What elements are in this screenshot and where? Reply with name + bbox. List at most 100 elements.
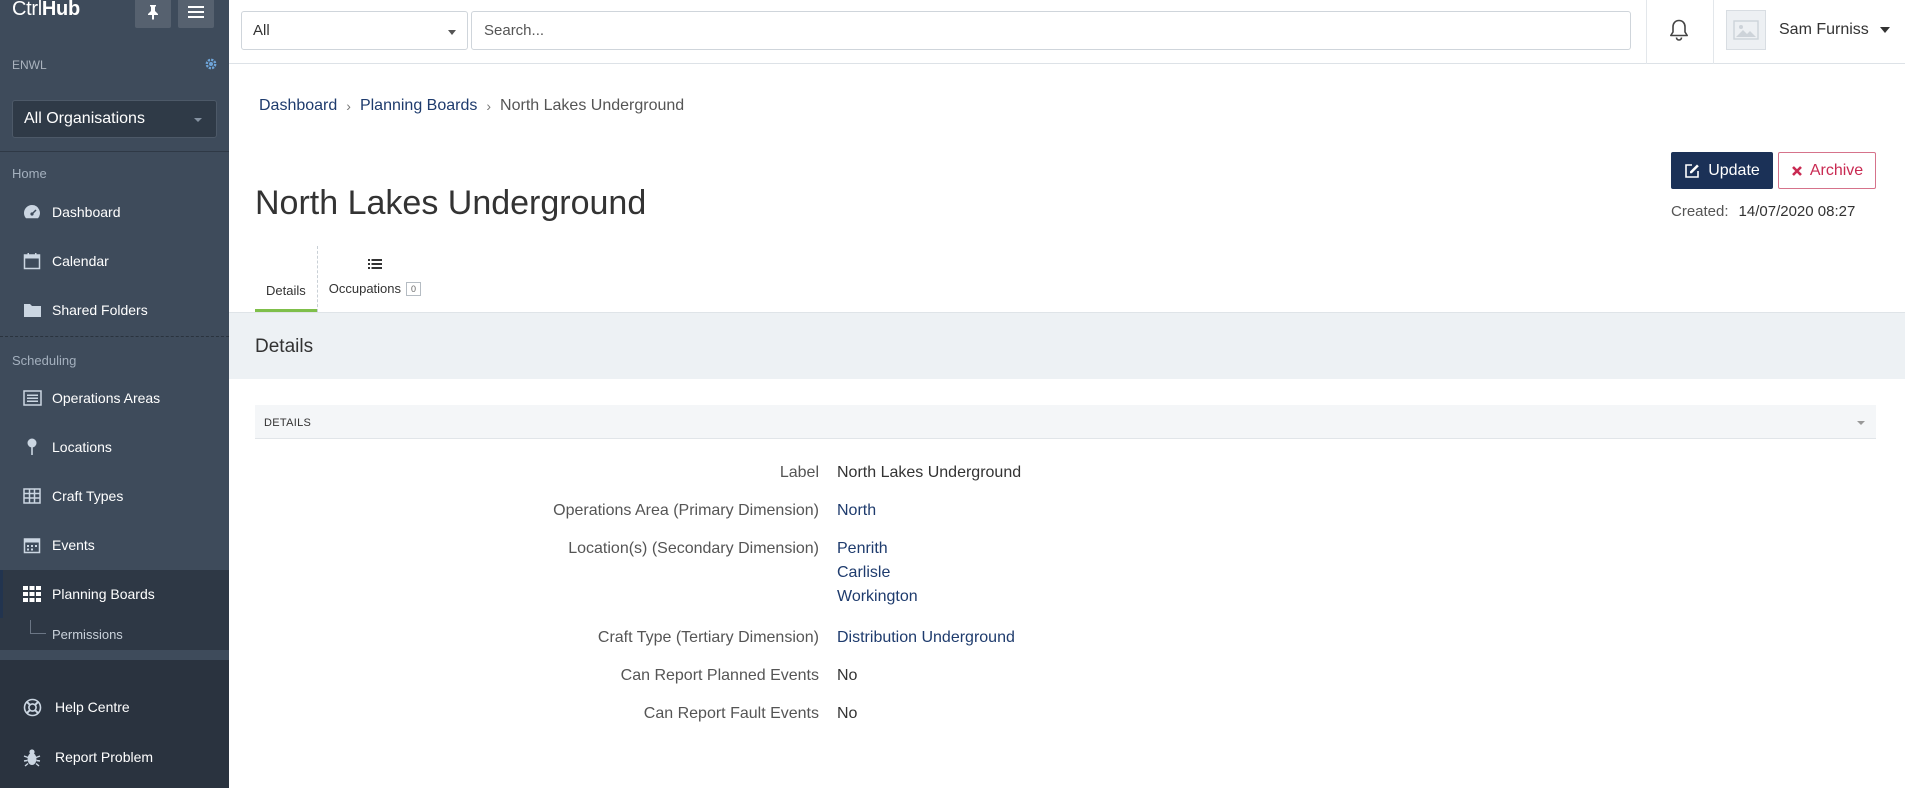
list-icon [22,388,42,408]
field-label: Can Report Fault Events [643,705,819,722]
sidebar-item-calendar[interactable]: Calendar [0,237,229,285]
archive-button[interactable]: Archive [1778,152,1876,189]
field-value-link[interactable]: Distribution Underground [837,626,1015,650]
field-value: No [837,667,858,684]
organisation-select-value: All Organisations [24,110,145,127]
sidebar-item-label: Planning Boards [52,586,155,602]
sidebar-item-locations[interactable]: Locations [0,423,229,471]
chevron-down-icon[interactable] [1857,421,1865,425]
sidebar-item-planning-boards[interactable]: Planning Boards [0,570,229,618]
breadcrumb-planning-boards[interactable]: Planning Boards [360,97,477,115]
location-link[interactable]: Penrith [837,537,918,561]
search-scope-select[interactable]: All [241,11,468,50]
section-title: Details [255,336,314,357]
divider [1713,0,1714,64]
brand-bold: Hub [41,0,80,20]
sidebar-item-help-centre[interactable]: Help Centre [0,683,229,731]
location-link[interactable]: Carlisle [837,561,918,585]
field-row-operations-area: Operations Area (Primary Dimension) Nort… [255,499,1255,523]
sidebar: CtrlHub ENWL All Organisations Home Dash… [0,0,229,788]
menu-toggle-button[interactable] [178,0,214,28]
lifebuoy-icon [22,697,42,717]
details-section-header: Details [229,312,1905,379]
field-row-planned-events: Can Report Planned Events No [255,664,1255,688]
sidebar-item-craft-types[interactable]: Craft Types [0,472,229,520]
pin-icon [148,5,158,20]
close-icon [1791,165,1802,176]
edit-icon [1685,163,1700,178]
sidebar-item-label: Report Problem [55,749,154,765]
tab-bar: Details Occupations 0 [255,246,432,312]
field-label: Operations Area (Primary Dimension) [553,502,819,519]
organisation-select[interactable]: All Organisations [12,100,217,138]
sidebar-item-label: Dashboard [52,204,121,220]
table-icon [22,486,42,506]
org-settings-button[interactable] [204,57,218,75]
created-value: 14/07/2020 08:27 [1738,203,1856,220]
chevron-right-icon: › [486,98,492,114]
pin-icon [22,437,42,457]
location-link[interactable]: Workington [837,585,918,609]
field-value-link[interactable]: North [837,499,876,523]
sidebar-item-label: Calendar [52,253,109,269]
archive-button-label: Archive [1809,161,1864,179]
tab-details[interactable]: Details [255,246,317,312]
update-button-label: Update [1708,161,1760,179]
section-label-scheduling: Scheduling [12,353,77,368]
breadcrumb-current: North Lakes Underground [500,97,685,114]
sidebar-item-shared-folders[interactable]: Shared Folders [0,286,229,334]
update-button[interactable]: Update [1671,152,1773,189]
field-value: No [837,705,858,722]
brand-logo[interactable]: CtrlHub [12,0,80,21]
sidebar-item-label: Operations Areas [52,390,161,406]
sidebar-item-operations-areas[interactable]: Operations Areas [0,374,229,422]
field-row-fault-events: Can Report Fault Events No [255,702,1255,726]
sidebar-item-label: Help Centre [55,699,130,715]
chevron-right-icon: › [346,98,351,114]
breadcrumb-dashboard[interactable]: Dashboard [259,97,337,115]
details-panel-header[interactable]: DETAILS [255,405,1876,439]
sidebar-item-events[interactable]: Events [0,521,229,569]
bell-icon [1670,19,1688,41]
breadcrumb: Dashboard › Planning Boards › North Lake… [259,97,684,115]
list-icon [367,258,382,273]
search-input[interactable] [471,11,1631,50]
user-name[interactable]: Sam Furniss [1779,21,1869,39]
field-label: Label [779,464,819,481]
field-value: North Lakes Underground [837,464,1022,481]
sidebar-item-dashboard[interactable]: Dashboard [0,188,229,236]
field-label: Location(s) (Secondary Dimension) [568,540,819,557]
divider [1646,0,1647,64]
tab-occupations[interactable]: Occupations 0 [316,246,432,312]
divider [0,336,229,337]
panel-title: DETAILS [264,417,312,429]
field-row-label: Label North Lakes Underground [255,461,1255,485]
sidebar-item-label: Craft Types [52,488,124,504]
pin-button[interactable] [135,0,171,28]
brand-prefix: Ctrl [12,0,42,20]
calendar-icon [22,535,42,555]
created-info: Created: 14/07/2020 08:27 [1671,203,1855,220]
folder-icon [22,300,42,320]
sidebar-item-report-problem[interactable]: Report Problem [0,733,229,781]
org-code: ENWL [12,58,47,72]
field-row-locations: Location(s) (Secondary Dimension) Penrit… [255,537,1255,609]
search-scope-value: All [253,22,270,39]
chevron-down-icon[interactable] [1880,27,1890,33]
avatar[interactable] [1726,10,1766,50]
dashboard-icon [22,202,42,222]
tab-label: Details [266,283,306,298]
section-label-home: Home [12,166,47,181]
calendar-icon [22,251,42,271]
bug-icon [22,747,42,767]
count-badge: 0 [406,281,422,296]
divider [0,151,229,152]
chevron-down-icon [448,30,456,35]
topbar: All Sam Furniss [229,0,1905,64]
field-label: Craft Type (Tertiary Dimension) [597,629,819,646]
sidebar-subitem-label: Permissions [52,626,123,642]
tree-connector [30,620,46,634]
image-placeholder-icon [1733,20,1759,40]
sidebar-item-label: Shared Folders [52,302,148,318]
notifications-button[interactable] [1668,18,1690,46]
